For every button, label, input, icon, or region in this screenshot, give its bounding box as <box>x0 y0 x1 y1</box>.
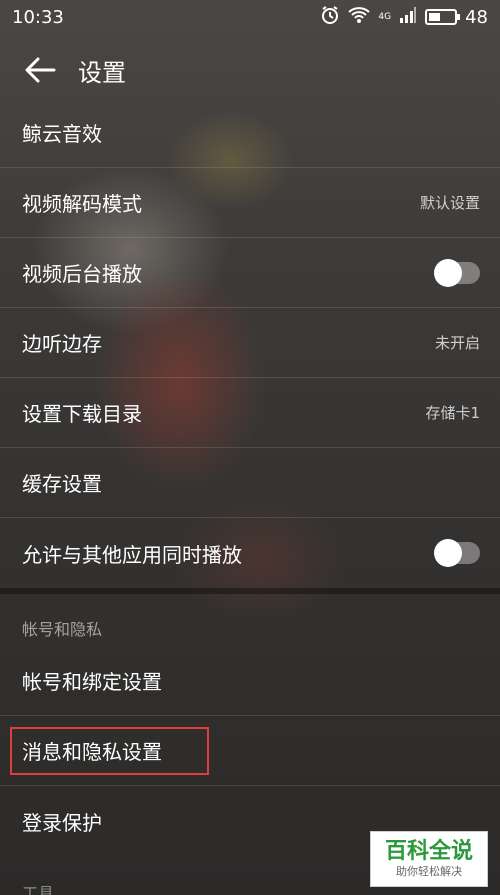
setting-row-sound-effect[interactable]: 鲸云音效 <box>0 98 500 168</box>
setting-value: 未开启 <box>434 334 480 352</box>
background-play-toggle[interactable] <box>434 258 480 287</box>
watermark-title: 百科全说 <box>384 839 473 864</box>
setting-row-simultaneous-play[interactable]: 允许与其他应用同时播放 <box>0 518 500 588</box>
setting-row-video-decode[interactable]: 视频解码模式 默认设置 <box>0 168 500 238</box>
setting-label: 视频解码模式 <box>22 192 142 216</box>
setting-label: 设置下载目录 <box>22 402 142 426</box>
arrow-left-icon[interactable] <box>10 40 70 100</box>
watermark-logo: 百科全说 助你轻松解决 <box>370 831 488 887</box>
simultaneous-play-toggle[interactable] <box>434 539 480 567</box>
section-header-account: 帐号和隐私 <box>0 588 500 646</box>
setting-label: 视频后台播放 <box>22 262 142 286</box>
status-icons: 4G 48 <box>320 5 488 30</box>
setting-label: 边听边存 <box>22 332 102 356</box>
setting-row-download-dir[interactable]: 设置下载目录 存储卡1 <box>0 378 500 448</box>
setting-value: 存储卡1 <box>425 404 480 422</box>
watermark-subtitle: 助你轻松解决 <box>396 865 462 878</box>
clock: 10:33 <box>12 6 64 28</box>
setting-label: 允许与其他应用同时播放 <box>22 542 242 567</box>
setting-label: 登录保护 <box>22 810 102 835</box>
network-type-label: 4G <box>378 12 392 22</box>
setting-row-listen-save[interactable]: 边听边存 未开启 <box>0 308 500 378</box>
alarm-icon <box>320 5 340 30</box>
highlight-box <box>10 727 209 775</box>
status-bar: 10:33 4G 48 <box>0 0 500 34</box>
page-title: 设置 <box>78 58 126 87</box>
section-header-tools-partial: 工具 <box>22 884 55 895</box>
setting-label: 鲸云音效 <box>22 122 102 146</box>
battery-icon <box>425 9 461 25</box>
setting-row-account-binding[interactable]: 帐号和绑定设置 <box>0 646 500 716</box>
setting-value: 默认设置 <box>419 194 480 212</box>
signal-icon <box>399 6 417 29</box>
wifi-icon <box>348 6 371 29</box>
battery-level: 48 <box>465 6 488 28</box>
setting-row-background-play[interactable]: 视频后台播放 <box>0 238 500 308</box>
app-header: 设置 <box>0 34 500 106</box>
setting-label: 缓存设置 <box>22 472 102 496</box>
setting-row-cache[interactable]: 缓存设置 <box>0 448 500 518</box>
setting-label: 帐号和绑定设置 <box>22 670 162 694</box>
